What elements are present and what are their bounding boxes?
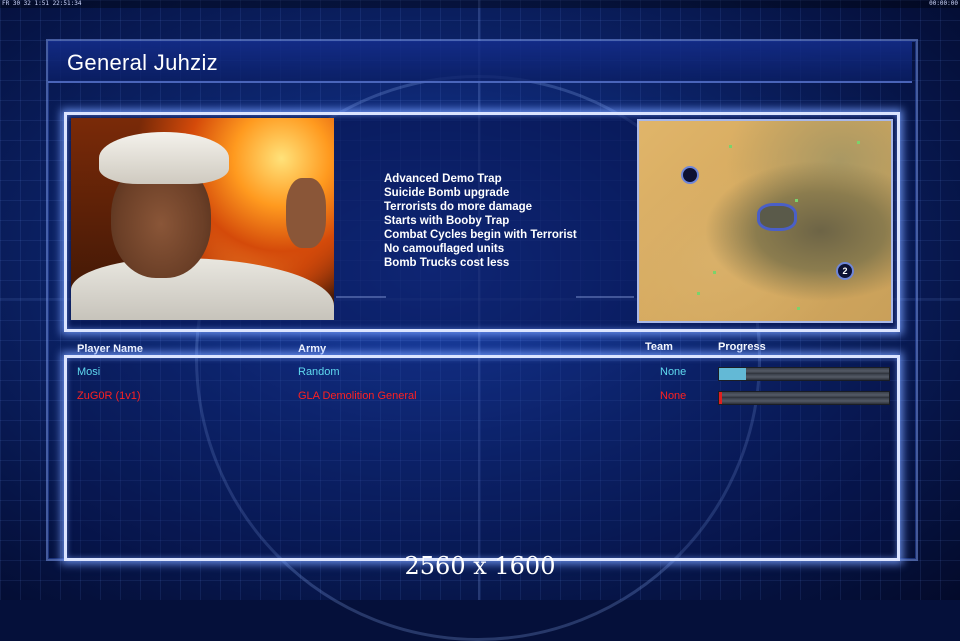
player-row: Mosi Random None <box>0 365 960 381</box>
map-lake <box>757 203 797 231</box>
map-resource-dot <box>713 271 716 274</box>
map-resource-dot <box>795 199 798 202</box>
column-header-army: Army <box>298 343 327 355</box>
divider-right <box>576 296 634 298</box>
trait-item: Bomb Trucks cost less <box>384 257 510 269</box>
player-name: Mosi <box>77 366 101 378</box>
progress-bar <box>718 391 890 405</box>
map-resource-dot <box>729 145 732 148</box>
trait-item: Terrorists do more damage <box>384 201 533 213</box>
map-resource-dot <box>697 292 700 295</box>
resolution-overlay: 2560 x 1600 <box>404 552 556 580</box>
progress-fill <box>719 392 723 404</box>
status-bar: FR 30 32 1:51 22:51:34 00:00:00 <box>0 0 960 8</box>
map-resource-dot <box>857 141 860 144</box>
trait-item: Advanced Demo Trap <box>384 173 502 185</box>
portrait-turban <box>99 132 229 184</box>
trait-item: Starts with Booby Trap <box>384 215 510 227</box>
player-army: GLA Demolition General <box>298 390 417 402</box>
player-team: None <box>660 366 687 378</box>
map-resource-dot <box>797 307 800 310</box>
divider-left <box>336 296 386 298</box>
column-header-team: Team <box>645 341 673 353</box>
progress-bar <box>718 367 890 381</box>
status-bar-clock: 00:00:00 <box>929 0 958 7</box>
column-header-progress: Progress <box>718 341 766 353</box>
players-panel <box>64 355 900 561</box>
portrait-robe <box>71 258 334 320</box>
player-name: ZuG0R (1v1) <box>77 390 141 402</box>
player-row: ZuG0R (1v1) GLA Demolition General None <box>0 389 960 405</box>
map-preview: 2 <box>637 119 893 323</box>
player-army: Random <box>298 366 340 378</box>
start-position-2: 2 <box>836 262 854 280</box>
column-header-player-name: Player Name <box>77 343 144 355</box>
status-bar-left: FR 30 32 1:51 22:51:34 <box>2 0 82 7</box>
portrait-hand <box>286 178 326 248</box>
player-team: None <box>660 390 687 402</box>
trait-item: Combat Cycles begin with Terrorist <box>384 229 577 241</box>
progress-fill <box>719 368 747 380</box>
general-traits-list: Advanced Demo Trap Suicide Bomb upgrade … <box>384 172 577 270</box>
trait-item: Suicide Bomb upgrade <box>384 187 510 199</box>
page-title: General Juhziz <box>67 50 218 75</box>
trait-item: No camouflaged units <box>384 243 505 255</box>
start-position-1 <box>681 166 699 184</box>
general-portrait <box>71 118 334 320</box>
